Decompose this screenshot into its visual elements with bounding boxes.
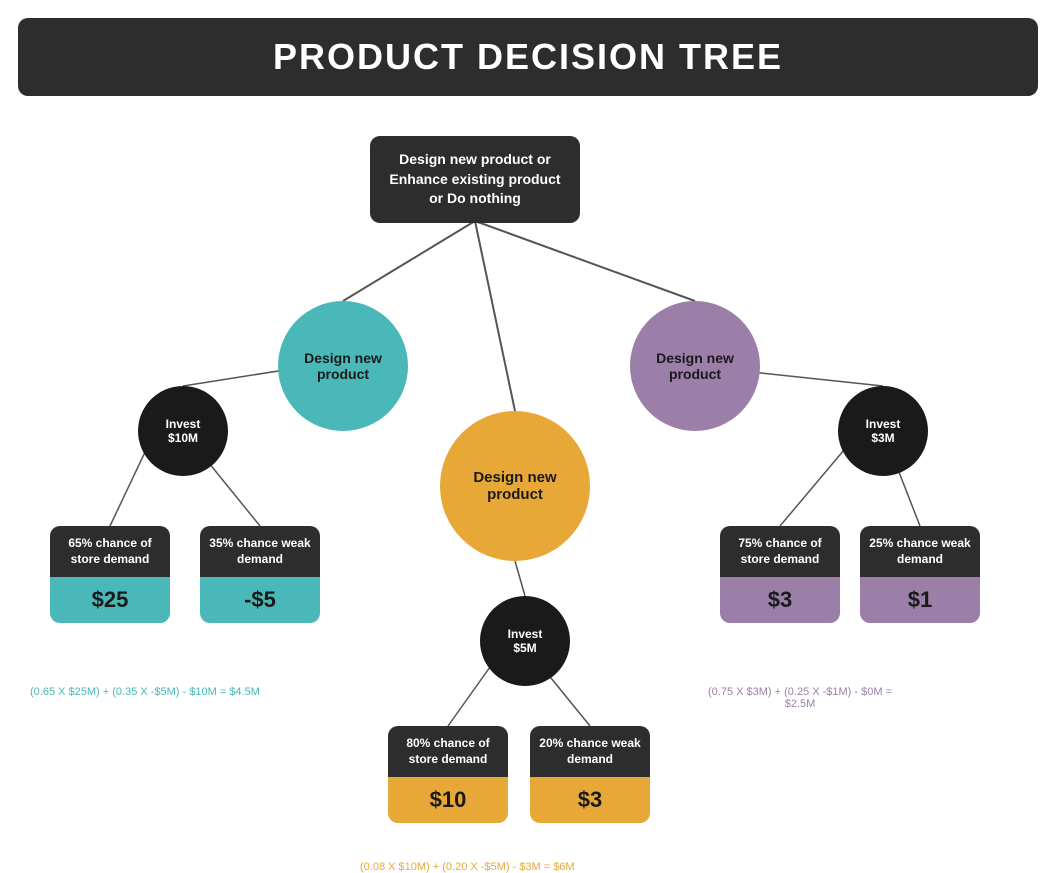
teal-card-right-top: 35% chance weak demand [200, 526, 320, 577]
invest-center-label: Invest$5M [508, 627, 543, 655]
invest-center-node: Invest$5M [480, 596, 570, 686]
teal-label: Design newproduct [304, 350, 382, 382]
invest-right-label: Invest$3M [866, 417, 901, 445]
formula-orange: (0.08 X $10M) + (0.20 X -$5M) - $3M = $6… [360, 861, 575, 873]
purple-card-left-top: 75% chance of store demand [720, 526, 840, 577]
purple-card-left-bottom: $3 [720, 577, 840, 623]
invest-right-node: Invest$3M [838, 386, 928, 476]
orange-card-left: 80% chance of store demand $10 [388, 726, 508, 823]
invest-left-node: Invest$10M [138, 386, 228, 476]
purple-label: Design newproduct [656, 350, 734, 382]
orange-card-right: 20% chance weak demand $3 [530, 726, 650, 823]
orange-node: Design newproduct [440, 411, 590, 561]
purple-card-right: 25% chance weak demand $1 [860, 526, 980, 623]
root-node: Design new product or Enhance existing p… [370, 136, 580, 223]
orange-card-right-top: 20% chance weak demand [530, 726, 650, 777]
purple-card-right-bottom: $1 [860, 577, 980, 623]
purple-card-left: 75% chance of store demand $3 [720, 526, 840, 623]
teal-card-right-bottom: -$5 [200, 577, 320, 623]
diagram-area: Design new product or Enhance existing p… [0, 106, 1056, 836]
teal-card-left-top: 65% chance of store demand [50, 526, 170, 577]
invest-left-label: Invest$10M [166, 417, 201, 445]
orange-card-left-bottom: $10 [388, 777, 508, 823]
orange-label: Design newproduct [473, 469, 556, 503]
orange-card-right-bottom: $3 [530, 777, 650, 823]
teal-card-left-bottom: $25 [50, 577, 170, 623]
purple-card-right-top: 25% chance weak demand [860, 526, 980, 577]
header: PRODUCT DECISION TREE [18, 18, 1038, 96]
orange-card-left-top: 80% chance of store demand [388, 726, 508, 777]
teal-node: Design newproduct [278, 301, 408, 431]
teal-card-left: 65% chance of store demand $25 [50, 526, 170, 623]
purple-node: Design newproduct [630, 301, 760, 431]
header-title: PRODUCT DECISION TREE [273, 36, 783, 77]
root-label: Design new product or Enhance existing p… [389, 151, 560, 206]
teal-card-right: 35% chance weak demand -$5 [200, 526, 320, 623]
